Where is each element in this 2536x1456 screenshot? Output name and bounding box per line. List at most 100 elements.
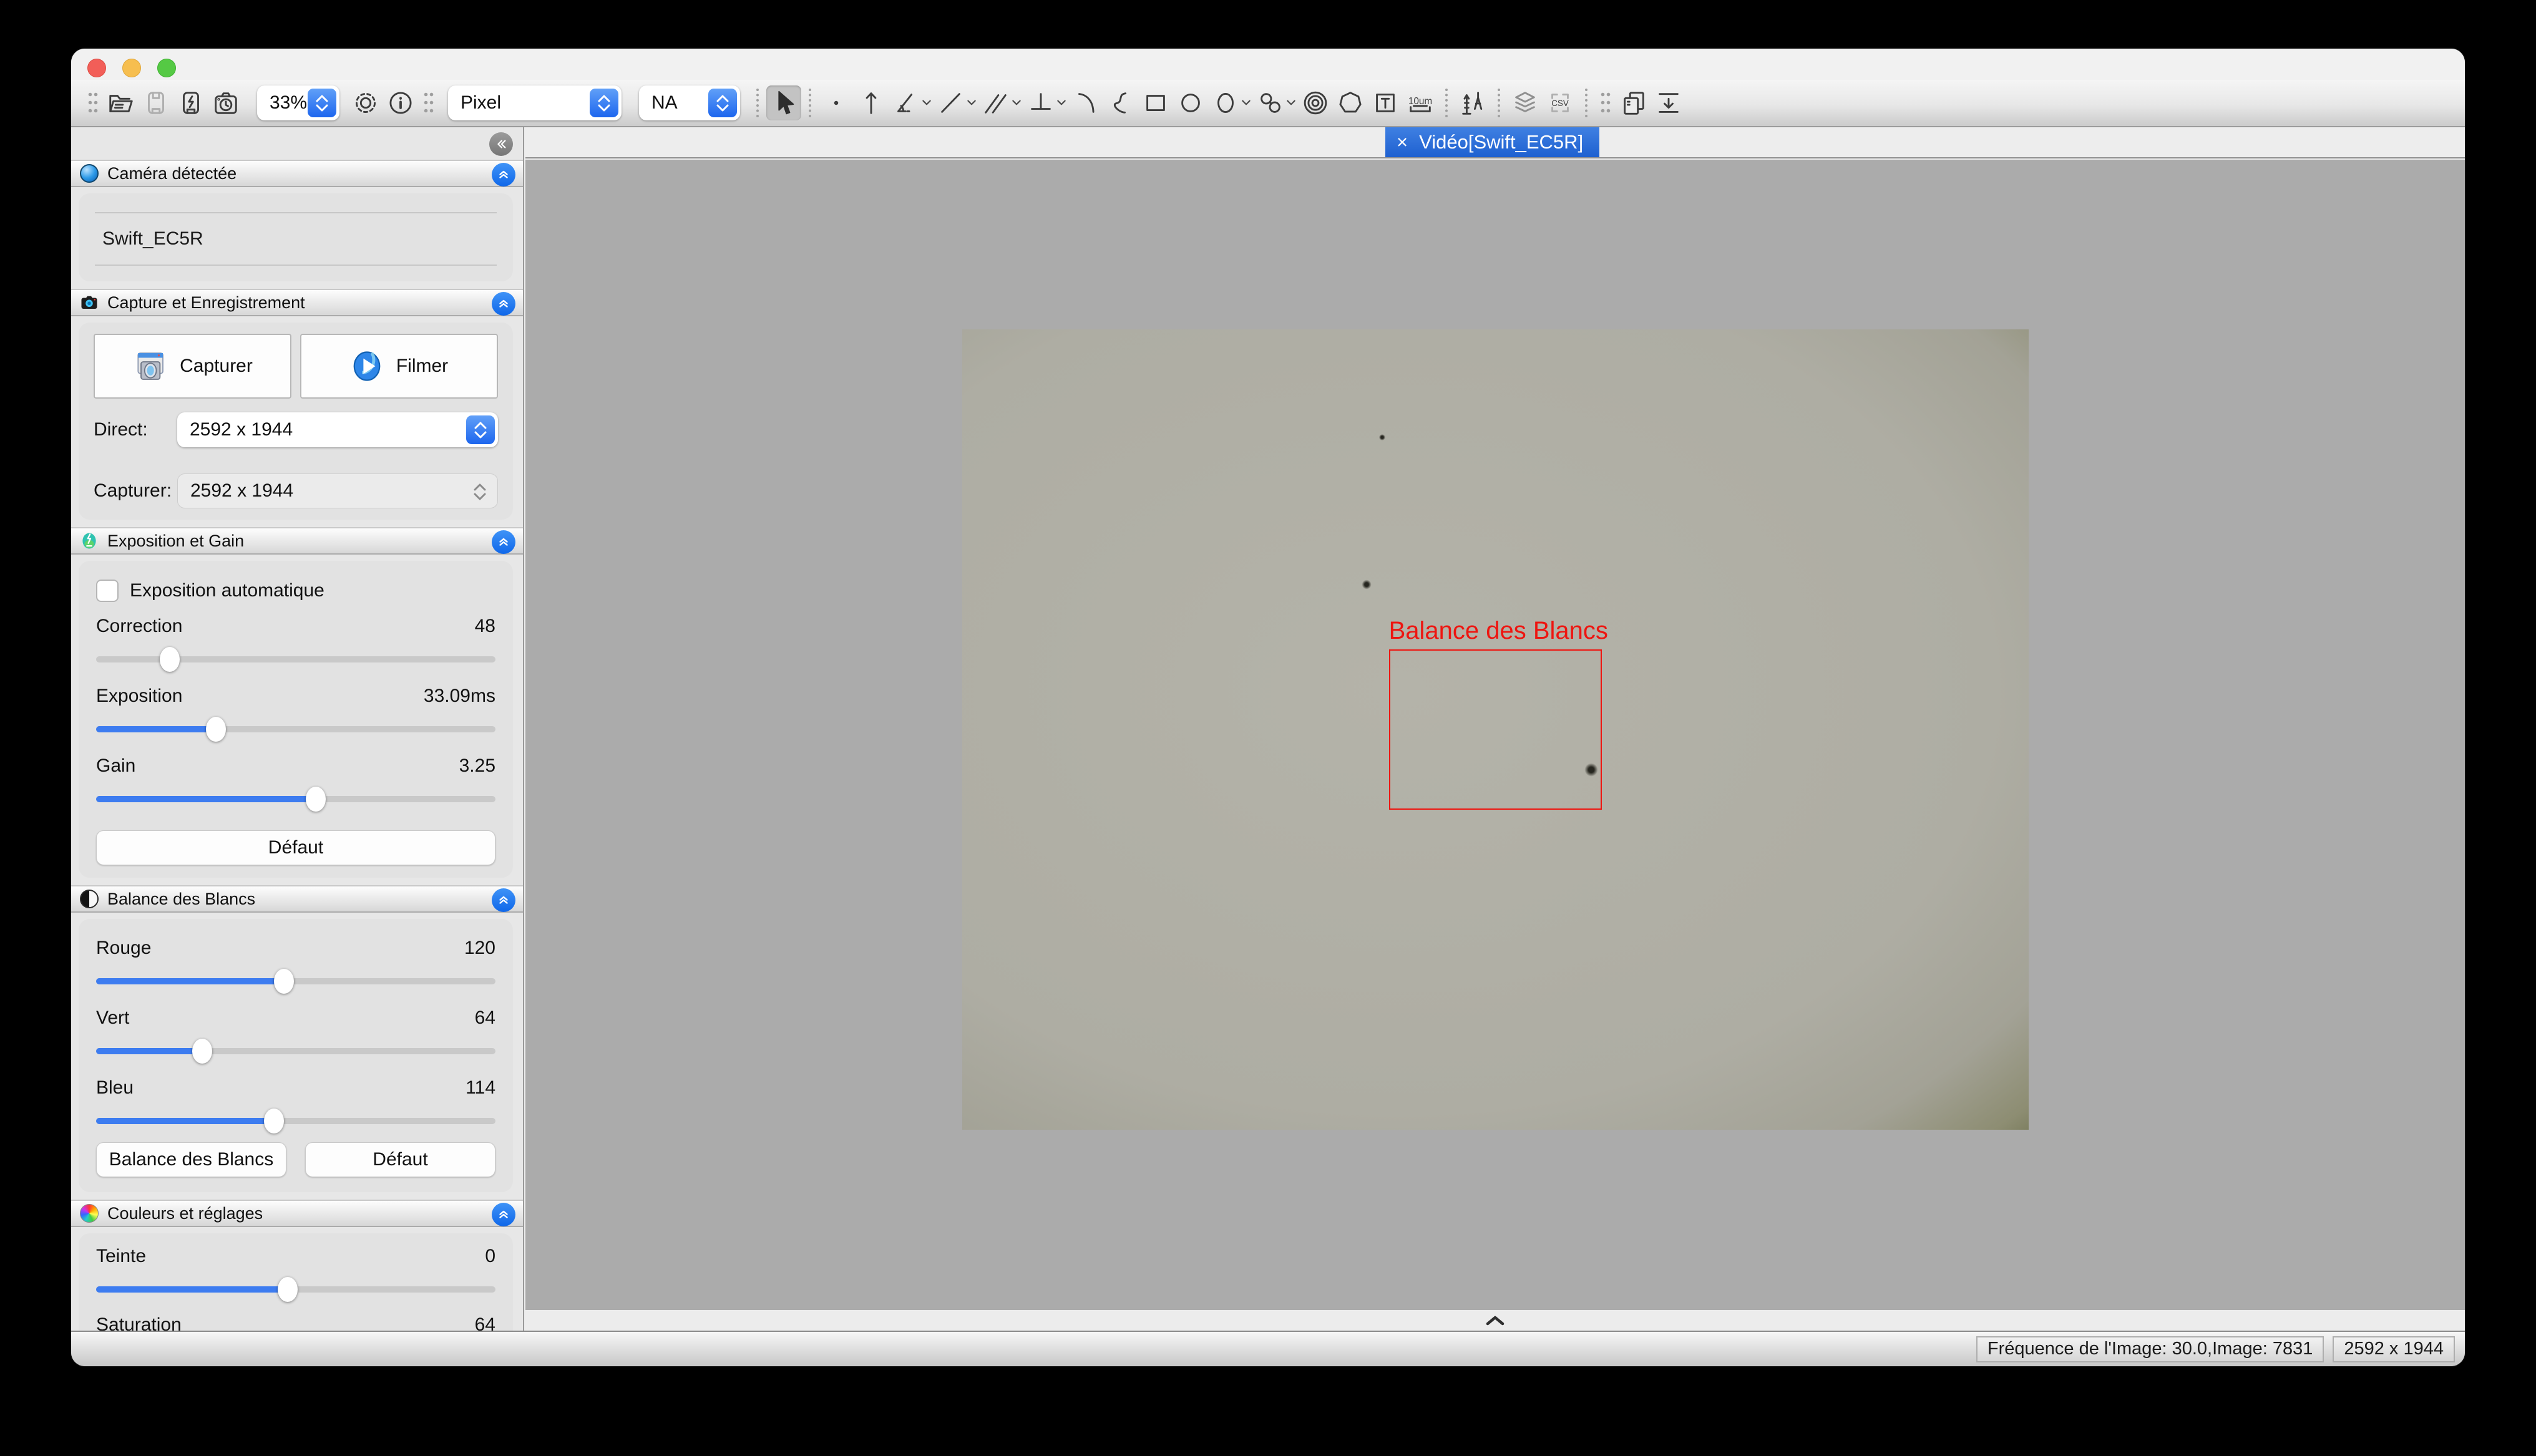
panel-color-header[interactable]: Couleurs et réglages: [71, 1200, 523, 1227]
collapse-panel-icon[interactable]: [492, 888, 515, 912]
unit-select[interactable]: Pixel: [448, 85, 622, 120]
slider-value: 114: [466, 1077, 495, 1099]
slider-thumb[interactable]: [192, 1039, 212, 1064]
collapse-panel-icon[interactable]: [492, 163, 515, 187]
collapse-sidebar-button[interactable]: [489, 132, 513, 156]
tab-video[interactable]: × Vidéo[Swift_EC5R]: [1385, 127, 1599, 157]
snap-resolution-select[interactable]: 2592 x 1944: [177, 473, 498, 508]
line-icon[interactable]: [934, 85, 968, 120]
slider-value: 33.09ms: [424, 686, 495, 707]
cursor-icon[interactable]: [766, 85, 801, 120]
slider-value: 0: [485, 1246, 495, 1267]
camera-timer-icon[interactable]: [208, 85, 243, 120]
slider-thumb[interactable]: [160, 647, 180, 672]
panel-exposure-title: Exposition et Gain: [107, 531, 244, 551]
panel-white-balance: Balance des Blancs Rouge 120: [71, 885, 523, 1192]
close-window-button[interactable]: [87, 59, 106, 77]
linked-circles-icon[interactable]: [1253, 85, 1288, 120]
save-burst-icon[interactable]: [173, 85, 208, 120]
zoom-window-button[interactable]: [157, 59, 176, 77]
live-resolution-select[interactable]: 2592 x 1944: [177, 412, 498, 447]
slider-thumb[interactable]: [274, 969, 294, 994]
slider-thumb[interactable]: [278, 1277, 298, 1302]
panel-capture-header[interactable]: Capture et Enregistrement: [71, 289, 523, 316]
info-icon[interactable]: [383, 85, 418, 120]
gain-slider[interactable]: [96, 787, 495, 812]
csv-export-icon[interactable]: CSV: [1543, 85, 1578, 120]
gear-icon[interactable]: [348, 85, 383, 120]
panel-white-balance-header[interactable]: Balance des Blancs: [71, 885, 523, 913]
parallel-lines-icon[interactable]: [978, 85, 1013, 120]
caliper-icon[interactable]: [1455, 85, 1490, 120]
stepper-icon[interactable]: [590, 89, 618, 117]
slider-thumb[interactable]: [264, 1109, 284, 1133]
scale-bar-icon[interactable]: 10um: [1403, 85, 1438, 120]
slider-thumb[interactable]: [206, 717, 226, 742]
snap-resolution-value: 2592 x 1944: [190, 480, 293, 502]
polygon-icon[interactable]: [1333, 85, 1368, 120]
export-bottom-icon[interactable]: [1651, 85, 1686, 120]
stepper-icon[interactable]: [466, 477, 494, 506]
na-select[interactable]: NA: [639, 85, 740, 120]
slider-thumb[interactable]: [306, 787, 326, 812]
stepper-icon[interactable]: [708, 89, 737, 117]
tab-label: Vidéo[Swift_EC5R]: [1419, 131, 1583, 153]
record-button-label: Filmer: [396, 356, 448, 377]
arc-icon[interactable]: [1068, 85, 1103, 120]
copy-icon[interactable]: [1616, 85, 1651, 120]
slider-label: Vert: [96, 1007, 129, 1029]
collapse-panel-icon[interactable]: [492, 1203, 515, 1226]
circle-icon[interactable]: [1173, 85, 1208, 120]
panel-capture-title: Capture et Enregistrement: [107, 293, 305, 313]
toolbar-grip: [87, 90, 99, 115]
angle-icon[interactable]: [889, 85, 924, 120]
chevron-up-icon[interactable]: [1483, 1313, 1508, 1328]
collapse-panel-icon[interactable]: [492, 530, 515, 554]
concentric-circles-icon[interactable]: [1298, 85, 1333, 120]
slider-value: 120: [464, 938, 495, 959]
slider-label: Rouge: [96, 938, 151, 959]
tab-close-icon[interactable]: ×: [1397, 131, 1408, 153]
white-balance-icon: [80, 890, 99, 908]
open-folder-icon[interactable]: [104, 85, 139, 120]
text-box-icon[interactable]: [1368, 85, 1403, 120]
ellipse-icon[interactable]: [1208, 85, 1243, 120]
stepper-icon[interactable]: [308, 89, 336, 117]
auto-exposure-checkbox[interactable]: [96, 580, 119, 602]
live-video-frame[interactable]: Balance des Blancs: [962, 329, 2029, 1130]
red-slider[interactable]: [96, 969, 495, 994]
panel-capture: Capture et Enregistrement Capturer Filme…: [71, 289, 523, 520]
collapse-panel-icon[interactable]: [492, 292, 515, 316]
exposure-default-button[interactable]: Défaut: [96, 830, 495, 865]
white-balance-default-button[interactable]: Défaut: [305, 1142, 495, 1177]
save-icon[interactable]: [139, 85, 173, 120]
stepper-icon[interactable]: [466, 415, 495, 444]
green-slider[interactable]: [96, 1039, 495, 1064]
auto-exposure-label: Exposition automatique: [130, 580, 324, 601]
white-balance-button[interactable]: Balance des Blancs: [96, 1142, 286, 1177]
white-balance-roi[interactable]: [1389, 649, 1602, 810]
curve-icon[interactable]: [1103, 85, 1138, 120]
record-button[interactable]: Filmer: [300, 334, 498, 399]
capture-button[interactable]: Capturer: [94, 334, 291, 399]
minimize-window-button[interactable]: [122, 59, 141, 77]
zoom-select-value: 33%: [270, 92, 307, 114]
point-icon[interactable]: [819, 85, 854, 120]
rectangle-icon[interactable]: [1138, 85, 1173, 120]
sidebar[interactable]: Caméra détectée Swift_EC5R Capture et En…: [71, 127, 524, 1331]
hue-slider[interactable]: [96, 1277, 495, 1302]
camera-device-item[interactable]: Swift_EC5R: [95, 212, 497, 266]
exposure-gain-icon: [80, 531, 99, 550]
blue-slider[interactable]: [96, 1109, 495, 1133]
correction-slider[interactable]: [96, 647, 495, 672]
zoom-select[interactable]: 33%: [257, 85, 339, 120]
layers-icon[interactable]: [1508, 85, 1543, 120]
titlebar[interactable]: [71, 49, 2465, 80]
panel-exposure-header[interactable]: Exposition et Gain: [71, 527, 523, 555]
perpendicular-icon[interactable]: [1023, 85, 1058, 120]
capture-snapshot-icon: [132, 349, 167, 384]
panel-camera-header[interactable]: Caméra détectée: [71, 160, 523, 187]
arrow-up-icon[interactable]: [854, 85, 889, 120]
bottom-panel-strip[interactable]: [525, 1310, 2465, 1331]
exposure-slider[interactable]: [96, 717, 495, 742]
